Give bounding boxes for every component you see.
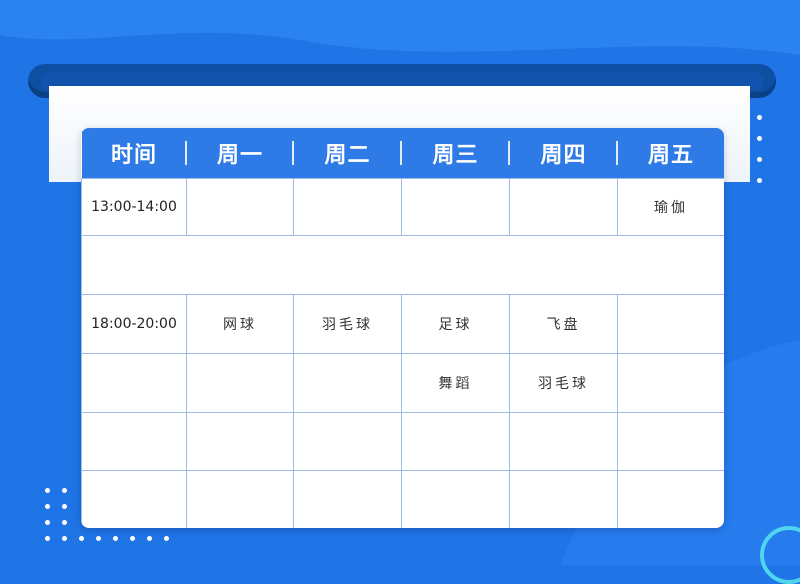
table-cell <box>617 293 724 354</box>
time-cell: 13:00-14:00 <box>81 177 187 236</box>
table-cell <box>401 411 510 471</box>
schedule-card: 时间 周一 周二 周三 周四 周五 13:00-14:00 瑜伽 18:00-2… <box>81 128 724 528</box>
table-cell <box>509 411 618 471</box>
time-cell <box>81 352 187 413</box>
header-wednesday: 周三 <box>402 128 510 178</box>
table-cell <box>509 177 618 236</box>
header-friday: 周五 <box>647 142 694 168</box>
table-cell: 羽毛球 <box>509 352 618 413</box>
table-cell: 飞盘 <box>509 293 618 354</box>
break-cell <box>81 234 724 295</box>
schedule-table: 时间 周一 周二 周三 周四 周五 13:00-14:00 瑜伽 18:00-2… <box>81 128 724 528</box>
table-cell <box>293 352 402 413</box>
table-cell <box>617 411 724 471</box>
table-cell: 足球 <box>401 293 510 354</box>
table-cell <box>401 469 510 528</box>
table-row: 18:00-20:00 网球 羽毛球 足球 飞盘 <box>81 293 724 354</box>
table-row-break <box>81 234 724 295</box>
table-cell <box>617 469 724 528</box>
header-tuesday: 周二 <box>294 128 402 178</box>
table-row <box>81 411 724 471</box>
table-row: 13:00-14:00 瑜伽 <box>81 177 724 236</box>
table-cell <box>617 352 724 413</box>
table-cell: 瑜伽 <box>617 177 724 236</box>
table-cell <box>186 469 294 528</box>
time-cell <box>81 469 187 528</box>
table-cell <box>293 177 402 236</box>
table-cell <box>293 469 402 528</box>
table-cell <box>186 352 294 413</box>
header-time: 时间 <box>82 128 187 178</box>
table-cell <box>186 411 294 471</box>
table-header-row: 时间 周一 周二 周三 周四 周五 <box>81 128 724 178</box>
table-cell <box>401 177 510 236</box>
table-cell: 舞蹈 <box>401 352 510 413</box>
time-cell <box>81 411 187 471</box>
table-cell <box>293 411 402 471</box>
table-cell <box>509 469 618 528</box>
table-row <box>81 469 724 528</box>
header-monday: 周一 <box>187 128 294 178</box>
table-cell: 网球 <box>186 293 294 354</box>
table-cell <box>186 177 294 236</box>
header-thursday: 周四 <box>510 128 618 178</box>
table-row: 舞蹈 羽毛球 <box>81 352 724 413</box>
table-cell: 羽毛球 <box>293 293 402 354</box>
time-cell: 18:00-20:00 <box>81 293 187 354</box>
